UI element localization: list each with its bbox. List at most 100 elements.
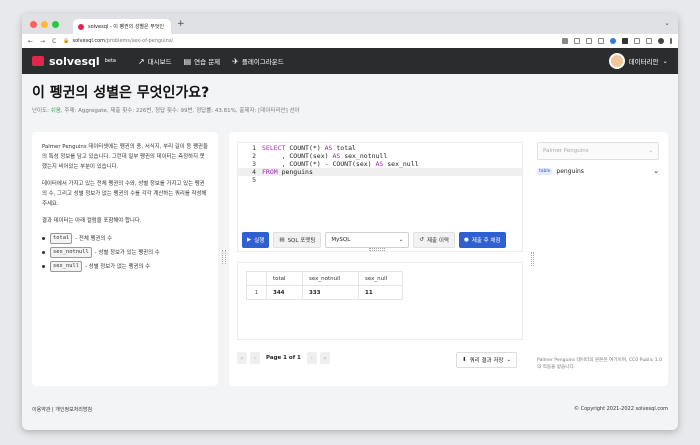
- tab-bar: solvesql - 이 펭귄의 성별은 무엇인 × + ⌄: [22, 14, 678, 34]
- submit-label: 제출 후 채점: [471, 238, 501, 244]
- forward-arrow-icon[interactable]: →: [40, 38, 45, 45]
- line-number: 1: [252, 144, 256, 152]
- extension-icon[interactable]: [610, 38, 616, 44]
- menu-problems[interactable]: ▤ 연습 문제: [183, 56, 221, 67]
- dialect-select[interactable]: MySQL ⌄: [325, 232, 410, 248]
- editor-panel: 1 2 3 4 5 SELECT COUNT(*) AS total , COU…: [229, 132, 668, 386]
- new-tab-button[interactable]: +: [177, 19, 185, 29]
- next-page-button[interactable]: ›: [306, 352, 317, 364]
- browser-window: solvesql - 이 펭귄의 성별은 무엇인 × + ⌄ ← → C 🔒 s…: [22, 14, 678, 430]
- favicon-icon: [78, 23, 84, 30]
- user-icon: ●: [464, 237, 469, 243]
- sidebar-icon[interactable]: [646, 38, 652, 44]
- problem-header: 이 펭귄의 성별은 무엇인가요? 난이도: 쉬움, 주제: Aggregate,…: [22, 74, 678, 114]
- column-code: total: [50, 233, 73, 244]
- pane-resize-handle[interactable]: [222, 250, 226, 264]
- license-note: Palmer Penguins 데이터의 원본은 여기이며, CC0 Publi…: [537, 358, 663, 370]
- dataset-select[interactable]: Palmer Penguins ⌄: [537, 142, 659, 160]
- list-item: total - 전체 펭귄의 수: [42, 233, 208, 244]
- results-table: total sex_notnull sex_null 1 344 333 11: [246, 271, 403, 300]
- puzzle-icon[interactable]: [622, 38, 628, 44]
- table-header-row: total sex_notnull sex_null: [246, 271, 403, 286]
- tab-title: solvesql - 이 펭귄의 성별은 무엇인 ×: [88, 24, 166, 30]
- logo-text: solvesql: [49, 54, 100, 68]
- history-button[interactable]: ↺ 제출 이력: [413, 232, 455, 248]
- column-header: sex_notnull: [302, 271, 359, 286]
- menu-playground[interactable]: ✈ 플레이그라운드: [232, 56, 284, 67]
- close-window-button[interactable]: [30, 20, 37, 28]
- column-desc: - 성별 정보가 없는 펭귄의 수: [84, 263, 151, 270]
- url-field[interactable]: 🔒 solvesql.com/problems/sex-of-penguins/: [63, 38, 555, 44]
- translate-icon[interactable]: [562, 38, 568, 44]
- format-button[interactable]: ▤ SQL 포맷팅: [273, 232, 322, 248]
- zoom-icon[interactable]: [574, 38, 580, 44]
- problem-description: Palmer Penguins 데이터셋에는 펭귄의 종, 서식지, 부리 길이…: [32, 132, 218, 386]
- line-number: 2: [252, 152, 256, 160]
- workspace: Palmer Penguins 데이터셋에는 펭귄의 종, 서식지, 부리 길이…: [32, 132, 668, 386]
- sql-editor[interactable]: 1 2 3 4 5 SELECT COUNT(*) AS total , COU…: [237, 142, 523, 252]
- last-page-button[interactable]: »: [319, 352, 330, 364]
- chart-line-icon: ↗: [137, 56, 145, 66]
- profile-icon[interactable]: [658, 38, 664, 44]
- url-path: /problems/sex-of-penguins/: [105, 38, 174, 44]
- lock-icon: 🔒: [63, 38, 70, 44]
- dataset-value: Palmer Penguins: [543, 148, 589, 154]
- editor-resize-handle[interactable]: [369, 248, 385, 251]
- share-icon[interactable]: [586, 38, 592, 44]
- tab-list-chevron-icon[interactable]: ⌄: [664, 19, 670, 27]
- format-label: SQL 포맷팅: [287, 238, 316, 244]
- site-logo[interactable]: solvesql beta: [32, 55, 116, 68]
- save-results-button[interactable]: ⬇ 쿼리 결과 저장 ⌄: [456, 352, 518, 368]
- sidebar-resize-handle[interactable]: [531, 252, 534, 266]
- chevron-down-icon: ⌄: [398, 237, 404, 243]
- column-header: total: [266, 271, 303, 286]
- menu-playground-label: 플레이그라운드: [241, 58, 284, 66]
- user-menu[interactable]: 데이터리안 ⌄: [608, 53, 668, 69]
- meta-prefix: 난이도:: [32, 108, 51, 114]
- reading-list-icon[interactable]: [634, 38, 640, 44]
- desc-paragraph-2: 데이터에서 가지고 있는 전체 펭귄의 수와, 성별 정보를 가지고 있는 펭귄…: [42, 181, 207, 207]
- column-code: sex_null: [50, 261, 82, 272]
- table-cell: 1: [246, 285, 267, 300]
- run-button[interactable]: ▶ 실행: [242, 232, 270, 248]
- user-name: 데이터리안: [628, 58, 659, 66]
- submit-button[interactable]: ● 제출 후 채점: [459, 232, 506, 248]
- difficulty-badge: 쉬움: [50, 108, 61, 114]
- prev-page-button[interactable]: ‹: [250, 352, 260, 364]
- page-title: 이 펭귄의 성별은 무엇인가요?: [32, 85, 210, 101]
- run-label: 실행: [254, 238, 265, 244]
- meta-details: , 주제: Aggregate, 제출 횟수: 226번, 정답 횟수: 99번…: [60, 108, 300, 114]
- avatar: [608, 53, 625, 69]
- column-list: total - 전체 펭귄의 수 sex_notnull - 성별 정보가 있는 펭…: [42, 233, 208, 272]
- more-menu-icon[interactable]: [670, 38, 672, 44]
- column-desc: - 전체 펭귄의 수: [75, 235, 113, 242]
- pagination: « ‹ Page 1 of 1 › »: [237, 352, 330, 364]
- browser-tab[interactable]: solvesql - 이 펭귄의 성별은 무엇인 ×: [73, 19, 171, 34]
- column-header: [246, 271, 267, 286]
- column-header: sex_null: [358, 271, 403, 286]
- footer-links[interactable]: 이용약관 | 개인정보처리방침: [32, 406, 92, 413]
- table-item-penguins[interactable]: table penguins ⌄: [537, 165, 659, 177]
- code-line: FROM penguins: [262, 168, 313, 176]
- format-icon: ▤: [279, 237, 285, 243]
- code-lines: SELECT COUNT(*) AS total , COUNT(sex) AS…: [262, 144, 419, 184]
- bookmark-star-icon[interactable]: [598, 38, 604, 44]
- site-navbar: solvesql beta ↗ 대시보드 ▤ 연습 문제 ✈ 플레이그라운드 데이…: [22, 48, 678, 74]
- maximize-window-button[interactable]: [52, 20, 59, 28]
- back-arrow-icon[interactable]: ←: [28, 38, 33, 45]
- list-icon: ▤: [183, 56, 192, 66]
- minimize-window-button[interactable]: [41, 20, 48, 28]
- address-bar-row: ← → C 🔒 solvesql.com/problems/sex-of-pen…: [22, 34, 678, 48]
- first-page-button[interactable]: «: [237, 352, 247, 364]
- chevron-down-icon: ⌄: [648, 148, 653, 154]
- history-label: 제출 이력: [427, 238, 449, 244]
- playground-icon: ✈: [232, 56, 239, 66]
- reload-icon[interactable]: C: [52, 38, 56, 45]
- code-line: , COUNT(sex) AS sex_notnull: [262, 152, 388, 160]
- table-cell: 344: [266, 285, 303, 300]
- table-row: 1 344 333 11: [246, 285, 403, 300]
- logo-beta: beta: [104, 58, 116, 64]
- menu-dashboard[interactable]: ↗ 대시보드: [137, 56, 172, 67]
- copyright: © Copyright 2021-2022 solvesql.com: [574, 406, 668, 412]
